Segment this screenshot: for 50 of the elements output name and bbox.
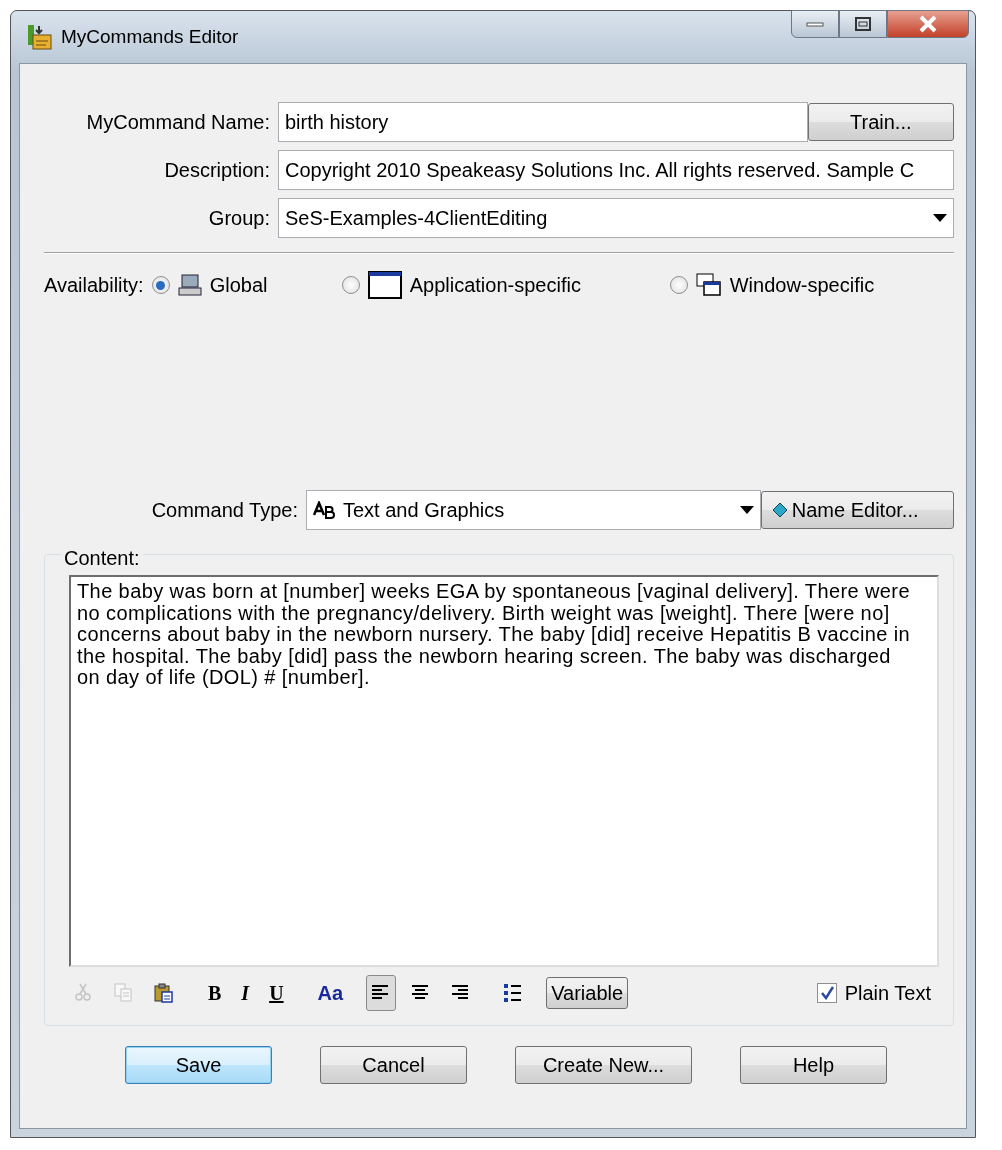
- window-title: MyCommands Editor: [61, 24, 239, 49]
- app-icon: [25, 23, 53, 51]
- restore-icon: [854, 16, 872, 32]
- train-button[interactable]: Train...: [807, 103, 954, 141]
- copy-icon: [114, 983, 134, 1003]
- name-field[interactable]: birth history: [278, 102, 808, 142]
- name-label: MyCommand Name:: [85, 110, 271, 135]
- stacked-windows-icon: [695, 273, 722, 297]
- radio-label[interactable]: Window-specific: [729, 270, 875, 300]
- italic-button[interactable]: I: [236, 975, 255, 1011]
- window-frame-icon: [367, 271, 402, 299]
- radio-label[interactable]: Global: [209, 270, 268, 300]
- clipboard-icon: [154, 983, 174, 1003]
- radio-label[interactable]: Application-specific: [409, 270, 581, 300]
- description-field[interactable]: Copyright 2010 Speakeasy Solutions Inc. All rights reserved. Sample C: [278, 150, 954, 190]
- availability-label: Availability:: [44, 273, 144, 298]
- dropdown-arrow-icon: [933, 214, 947, 222]
- command-type-label: Command Type:: [150, 498, 299, 523]
- underline-button[interactable]: U: [264, 975, 289, 1011]
- radio-button[interactable]: [669, 276, 688, 294]
- group-dropdown[interactable]: SeS-Examples-4ClientEditing: [278, 198, 954, 238]
- description-label: Description:: [163, 158, 271, 183]
- align-left-button[interactable]: [366, 975, 397, 1011]
- radio-button[interactable]: [341, 276, 360, 294]
- computer-icon: [177, 274, 202, 296]
- minimize-button[interactable]: [791, 10, 839, 38]
- dialog-button[interactable]: Create New...: [515, 1046, 692, 1084]
- minimize-icon: [806, 21, 824, 27]
- font-button[interactable]: Aa: [312, 975, 349, 1011]
- radio-button[interactable]: [151, 276, 170, 294]
- gem-icon: [771, 502, 788, 518]
- dialog-button[interactable]: Cancel: [320, 1046, 467, 1084]
- checkbox[interactable]: [816, 983, 837, 1003]
- maximize-button[interactable]: [839, 10, 887, 38]
- checkbox-label[interactable]: Plain Text: [844, 978, 931, 1008]
- bold-button[interactable]: B: [203, 975, 227, 1011]
- close-icon: [917, 15, 939, 33]
- content-text-area[interactable]: The baby was born at [number] weeks EGA by spontaneous [vaginal delivery]. There were no complications with the pregnancy/delivery. Birth weight was [weight]. There [were no] concerns about baby in the newborn nursery. The baby [did] receive Hepatitis B vaccine in the hospital. The baby [did] pass the newborn hearing screen. The baby was discharged on day of life (DOL) # [number].: [69, 575, 939, 967]
- variable-button[interactable]: Variable: [546, 977, 629, 1009]
- close-button[interactable]: [887, 10, 969, 38]
- text-type-icon: [313, 501, 335, 519]
- dialog-button[interactable]: Help: [740, 1046, 887, 1084]
- bullet-list-icon: [503, 983, 524, 1003]
- dropdown-arrow-icon: [739, 506, 754, 514]
- checkmark-icon: [819, 986, 834, 1000]
- group-label: Group:: [207, 206, 271, 231]
- dialog-button[interactable]: Save: [125, 1046, 272, 1084]
- scissors-icon: [74, 983, 94, 1003]
- command-type-dropdown[interactable]: Text and Graphics: [306, 490, 761, 530]
- name-editor-button[interactable]: Name Editor...: [760, 491, 954, 529]
